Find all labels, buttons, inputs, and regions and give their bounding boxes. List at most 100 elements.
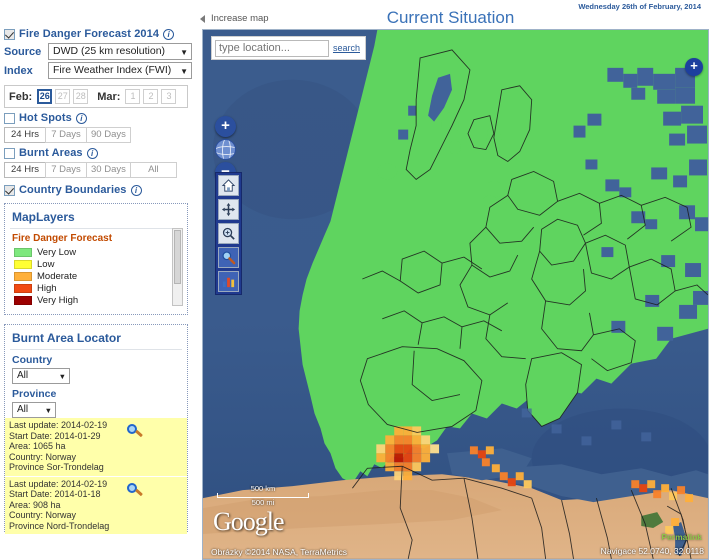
hot-spots-24hrs-button[interactable]: 24 Hrs — [4, 127, 46, 143]
burnt-areas-checkbox-row[interactable]: Burnt Areas i — [4, 147, 192, 159]
legend-item: High — [14, 283, 182, 294]
burnt-area-locator-panel: Burnt Area Locator Country All Province … — [4, 324, 188, 535]
burnt-areas-30days-button[interactable]: 30 Days — [86, 162, 131, 178]
magnifier-handle — [135, 429, 143, 438]
burnt-areas-section: Burnt Areas i 24 Hrs 7 Days 30 Days All — [0, 147, 192, 178]
legend-label-low: Low — [37, 259, 55, 270]
zoom-to-area-icon[interactable] — [127, 482, 143, 499]
day-button-mar-1[interactable]: 1 — [125, 89, 141, 104]
burnt-areas-24hrs-button[interactable]: 24 Hrs — [4, 162, 46, 178]
maplayers-scrollbar[interactable] — [172, 228, 183, 306]
burnt-areas-all-button[interactable]: All — [129, 162, 177, 178]
hot-spots-checkbox[interactable] — [4, 112, 15, 124]
page-header: Increase map Current Situation Wednesday… — [192, 0, 709, 30]
result-country: Country: Norway — [9, 451, 77, 462]
country-filter-select[interactable]: All — [12, 368, 70, 384]
maplayers-panel: MapLayers Fire Danger Forecast Very Low … — [4, 203, 188, 315]
index-label: Index — [4, 64, 33, 77]
permalink-link[interactable]: Permalink — [661, 532, 702, 542]
legend-swatch-very-high — [14, 296, 32, 305]
day-button-feb-27[interactable]: 27 — [55, 89, 71, 104]
fire-danger-forecast-checkbox[interactable] — [4, 28, 15, 40]
province-filter-select[interactable]: All — [12, 402, 56, 418]
day-button-mar-3[interactable]: 3 — [161, 89, 177, 104]
info-icon[interactable]: i — [130, 184, 142, 196]
info-icon[interactable]: i — [86, 147, 98, 159]
locator-result-item[interactable]: Last update: 2014-02-19 Start Date: 2014… — [5, 476, 187, 535]
country-boundaries-label: Country Boundaries — [19, 184, 127, 196]
country-filter-label: Country — [12, 354, 53, 366]
map-viewport[interactable]: search + − — [202, 29, 709, 560]
hot-spots-section: Hot Spots i 24 Hrs 7 Days 90 Days — [0, 112, 192, 143]
province-filter-label: Province — [12, 388, 57, 400]
location-search-box: search — [211, 36, 366, 60]
info-icon[interactable]: i — [75, 112, 87, 124]
result-last-update: Last update: 2014-02-19 — [9, 478, 108, 489]
application-root: Fire Danger Forecast 2014 i Source DWD (… — [0, 0, 709, 560]
zoom-to-area-icon[interactable] — [127, 424, 143, 440]
map-coordinates: Navigace 52.0740, 32.0118 — [600, 546, 704, 556]
search-input[interactable] — [215, 39, 329, 57]
hot-spots-90days-button[interactable]: 90 Days — [86, 127, 131, 143]
burnt-areas-7days-button[interactable]: 7 Days — [45, 162, 87, 178]
month-mar-label: Mar: — [97, 90, 121, 103]
scale-label-km: 500 km — [250, 484, 276, 493]
result-area: Area: 908 ha — [9, 499, 61, 510]
locator-result-item[interactable]: Last update: 2014-02-19 Start Date: 2014… — [5, 418, 187, 477]
google-logo: Google — [213, 507, 285, 536]
legend-swatch-low — [14, 260, 32, 269]
scale-label-mi: 500 mi — [251, 498, 275, 507]
source-label: Source — [4, 45, 42, 58]
country-boundaries-checkbox[interactable] — [4, 184, 15, 196]
info-query-icon[interactable] — [218, 247, 239, 268]
hot-spots-label: Hot Spots — [19, 112, 72, 124]
burnt-area-locator-title: Burnt Area Locator — [10, 329, 182, 350]
home-icon[interactable] — [218, 175, 239, 196]
source-row: Source DWD (25 km resolution) — [4, 43, 192, 60]
pan-icon[interactable] — [218, 199, 239, 220]
fire-danger-forecast-checkbox-row[interactable]: Fire Danger Forecast 2014 i — [4, 28, 192, 40]
burnt-areas-label: Burnt Areas — [19, 147, 83, 159]
hot-spots-checkbox-row[interactable]: Hot Spots i — [4, 112, 192, 124]
day-button-mar-2[interactable]: 2 — [143, 89, 159, 104]
legend-label-moderate: Moderate — [37, 271, 78, 282]
info-icon[interactable]: i — [163, 28, 175, 40]
search-button[interactable]: search — [333, 43, 360, 53]
map-scale-bar: 500 km 500 mi — [217, 484, 309, 507]
legend-title: Fire Danger Forecast — [12, 233, 113, 244]
legend-label-very-low: Very Low — [37, 247, 77, 258]
page-title: Current Situation — [386, 8, 515, 27]
result-country: Country: Norway — [9, 510, 77, 520]
month-feb-label: Feb: — [9, 90, 33, 103]
legend-item: Low — [14, 259, 182, 270]
maplayers-title: MapLayers — [10, 208, 182, 229]
zoom-area-icon[interactable] — [218, 223, 239, 244]
date-stamp: Wednesday 26th of February, 2014 — [578, 2, 701, 11]
legend-item: Very High — [14, 295, 182, 306]
zoom-in-button[interactable]: + — [215, 116, 236, 137]
maplayers-scroll-thumb[interactable] — [174, 230, 181, 284]
globe-icon[interactable] — [215, 139, 236, 160]
day-button-feb-26[interactable]: 26 — [37, 89, 53, 104]
legend-label-very-high: Very High — [37, 295, 79, 306]
result-last-update: Last update: 2014-02-19 — [9, 420, 108, 430]
result-area: Area: 1065 ha — [9, 441, 66, 451]
country-boundaries-checkbox-row[interactable]: Country Boundaries i — [4, 184, 192, 196]
legend-item: Very Low — [14, 247, 182, 258]
index-row: Index Fire Weather Index (FWI) — [4, 62, 192, 79]
source-select[interactable]: DWD (25 km resolution) — [48, 43, 192, 60]
result-start-date: Start Date: 2014-01-18 — [9, 489, 101, 499]
index-select[interactable]: Fire Weather Index (FWI) — [48, 62, 192, 79]
result-start-date: Start Date: 2014-01-29 — [9, 430, 101, 441]
legend-swatch-very-low — [14, 248, 32, 257]
chart-icon[interactable] — [218, 271, 239, 292]
legend-item: Moderate — [14, 271, 182, 282]
date-selector: Feb: 26 27 28 Mar: 1 2 3 — [4, 85, 188, 108]
sidebar: Fire Danger Forecast 2014 i Source DWD (… — [0, 0, 192, 560]
expand-map-button[interactable]: + — [685, 58, 703, 76]
day-button-feb-28[interactable]: 28 — [73, 89, 89, 104]
burnt-areas-checkbox[interactable] — [4, 147, 15, 159]
magnifier-handle — [135, 488, 143, 496]
hot-spots-7days-button[interactable]: 7 Days — [45, 127, 87, 143]
burnt-areas-button-group: 24 Hrs 7 Days 30 Days All — [4, 162, 192, 178]
